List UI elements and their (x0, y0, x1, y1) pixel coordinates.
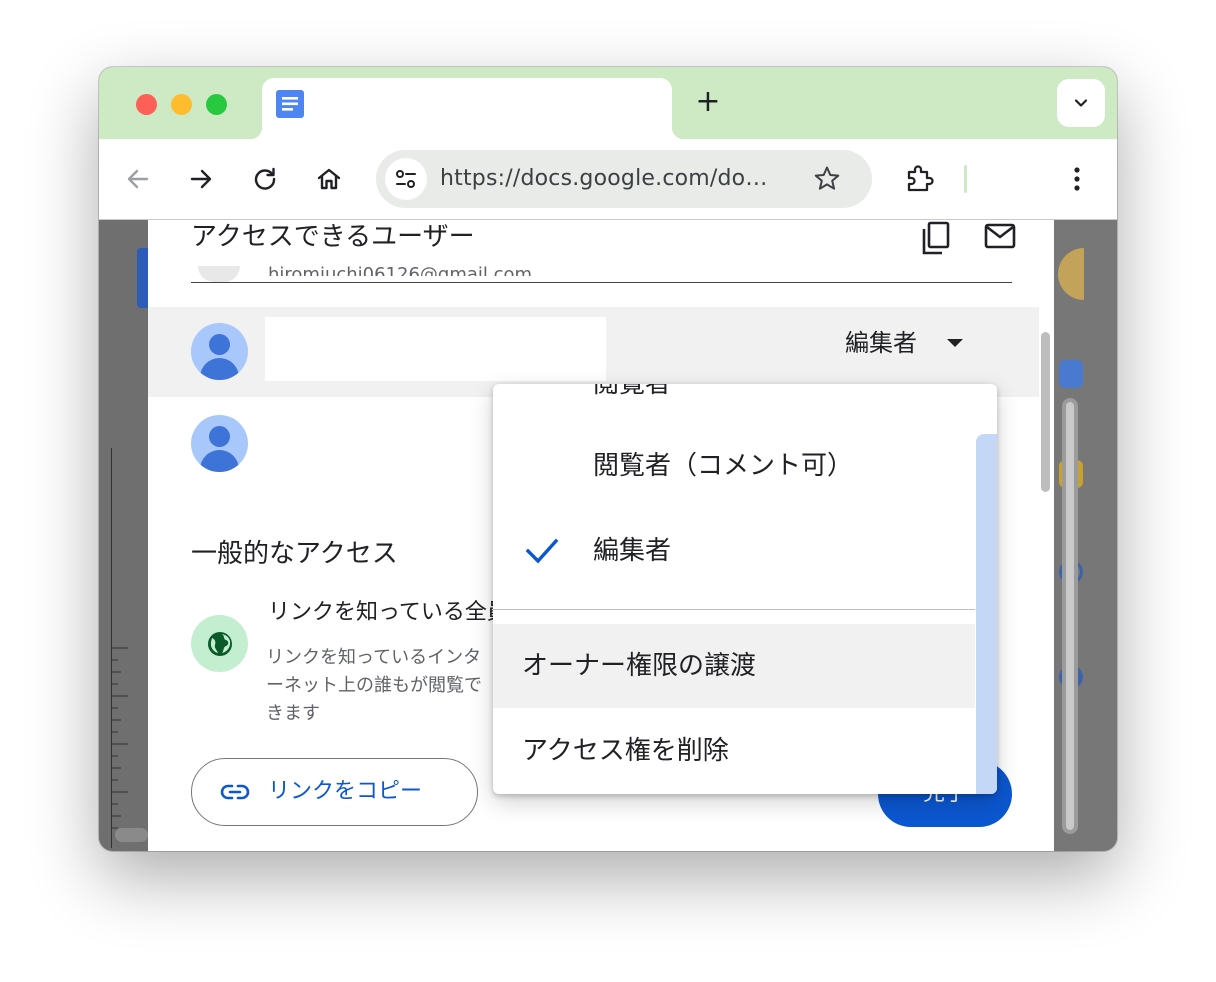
user-avatar (191, 323, 248, 380)
page-scrollbar-thumb[interactable] (1066, 402, 1074, 830)
maximize-window-button[interactable] (206, 94, 227, 115)
browser-toolbar: https://docs.google.com/do… (99, 139, 1117, 220)
reload-button[interactable] (247, 161, 283, 197)
tune-icon (396, 170, 416, 188)
general-access-description: リンクを知っているインターネット上の誰もが閲覧できます (266, 647, 482, 724)
menu-item-label: オーナー権限の譲渡 (522, 651, 757, 681)
back-button[interactable] (120, 161, 156, 197)
document-background-left (99, 220, 148, 851)
more-vert-icon[interactable] (1065, 161, 1089, 197)
menu-item-label: 閲覧者（コメント可） (593, 451, 854, 481)
previous-user-email: hiromiuchi06126@gmail.com (268, 266, 532, 276)
menu-item-label: アクセス権を削除 (522, 736, 729, 766)
bookmark-star-icon[interactable] (812, 164, 842, 194)
arrow-left-icon (127, 169, 149, 189)
chevron-down-icon (1074, 99, 1088, 107)
tab-strip: + (99, 67, 1117, 139)
user-role-label[interactable]: 編集者 (845, 326, 917, 360)
arrow-right-icon (190, 169, 212, 189)
avatar-partial[interactable] (1058, 248, 1084, 300)
calendar-icon[interactable] (1059, 360, 1083, 388)
address-bar[interactable]: https://docs.google.com/do… (376, 150, 872, 208)
profile-indicator (964, 165, 967, 193)
google-docs-icon (276, 90, 304, 118)
forward-button[interactable] (183, 161, 219, 197)
globe-badge (191, 615, 248, 672)
vertical-ruler (111, 448, 130, 848)
copy-emails-icon[interactable] (919, 220, 953, 256)
general-access-title: 一般的なアクセス (191, 539, 398, 569)
menu-item-label: 閲覧者 (593, 384, 672, 399)
menu-item-commenter[interactable]: 閲覧者（コメント可） (493, 424, 975, 508)
globe-icon (208, 632, 232, 656)
general-access-dropdown[interactable]: リンクを知っている全員 (268, 597, 498, 629)
home-icon (317, 168, 341, 190)
dropdown-caret-icon[interactable] (945, 337, 965, 349)
menu-separator (493, 609, 975, 610)
menu-item-remove-access[interactable]: アクセス権を削除 (493, 709, 975, 793)
horizontal-scrollbar[interactable] (115, 828, 148, 842)
site-info-button[interactable] (385, 158, 427, 200)
close-window-button[interactable] (136, 94, 157, 115)
previous-user-avatar (198, 266, 240, 282)
menu-scrollbar[interactable] (976, 434, 997, 794)
menu-item-transfer-ownership[interactable]: オーナー権限の譲渡 (493, 624, 975, 708)
home-button[interactable] (311, 161, 347, 197)
user-avatar (191, 415, 248, 472)
menu-item-viewer[interactable]: 閲覧者 (493, 384, 975, 426)
list-divider (191, 282, 1012, 283)
link-icon (220, 784, 250, 800)
mail-icon[interactable] (984, 223, 1016, 249)
new-tab-button[interactable]: + (693, 84, 723, 120)
docs-home-edge (137, 248, 148, 308)
menu-item-editor[interactable]: 編集者 (493, 509, 975, 593)
minimize-window-button[interactable] (171, 94, 192, 115)
copy-link-label: リンクをコピー (268, 779, 423, 804)
copy-link-button[interactable]: リンクをコピー (191, 758, 478, 826)
people-with-access-title: アクセスできるユーザー (191, 222, 475, 252)
extensions-puzzle-icon[interactable] (901, 160, 937, 196)
checkmark-icon (525, 538, 559, 564)
reload-icon (254, 167, 276, 190)
active-tab[interactable] (250, 78, 684, 139)
redacted-user-info (265, 317, 606, 381)
url-text[interactable]: https://docs.google.com/do… (440, 150, 768, 208)
ruler-ticks (112, 647, 128, 829)
tab-search-button[interactable] (1057, 79, 1105, 127)
dialog-scrollbar[interactable] (1041, 332, 1050, 492)
menu-item-label: 編集者 (593, 536, 672, 566)
role-dropdown-menu: 閲覧者 閲覧者（コメント可） 編集者 オーナー権限の譲渡 アクセス権を削除 (493, 384, 997, 794)
